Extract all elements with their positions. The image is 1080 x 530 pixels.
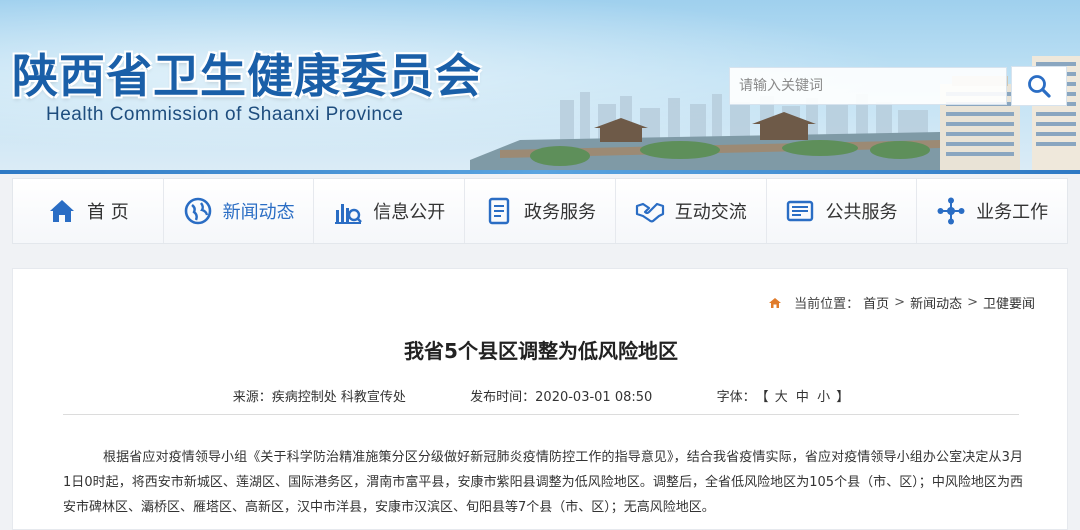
breadcrumb-home-icon — [769, 297, 782, 308]
article-published-time: 发布时间：2020-03-01 08:50 — [470, 390, 653, 405]
breadcrumb-separator: > — [967, 295, 978, 310]
bracket-close: 】 — [836, 390, 850, 405]
font-size-small-button[interactable]: 小 — [817, 390, 830, 405]
chart-search-icon — [333, 196, 363, 226]
breadcrumb-link-news[interactable]: 新闻动态 — [910, 293, 962, 312]
globe-icon — [183, 196, 213, 226]
nav-item-label: 信息公开 — [373, 202, 446, 223]
site-subtitle: Health Commission of Shaanxi Province — [46, 104, 404, 125]
main-nav: 首 页 新闻动态 信息公开 政务服务 互动交流 公共服务 业务工作 — [12, 178, 1068, 244]
breadcrumb-prefix: 当前位置： — [794, 297, 860, 312]
site-title: 陕西省卫生健康委员会 — [12, 49, 482, 103]
article-source: 来源：疾病控制处 科教宣传处 — [232, 390, 406, 405]
card-icon — [785, 196, 815, 226]
nav-item-label: 首 页 — [86, 202, 129, 223]
nav-item-label: 公共服务 — [825, 202, 898, 223]
font-size-label: 字体： — [716, 390, 756, 405]
handshake-icon — [635, 196, 665, 226]
meta-divider — [63, 414, 1019, 415]
font-size-control: 字体：【 大 中 小 】 — [717, 386, 850, 405]
font-size-large-button[interactable]: 大 — [775, 390, 788, 405]
breadcrumb-link-health-news[interactable]: 卫健要闻 — [983, 293, 1035, 312]
document-icon — [484, 196, 514, 226]
nav-item-interaction[interactable]: 互动交流 — [615, 179, 767, 243]
article-title: 我省5个县区调整为低风险地区 — [404, 339, 678, 363]
nav-item-business[interactable]: 业务工作 — [917, 179, 1068, 243]
network-icon — [936, 196, 966, 226]
search-icon — [1028, 75, 1051, 98]
breadcrumb-link-home[interactable]: 首页 — [863, 293, 889, 312]
nav-item-home[interactable]: 首 页 — [13, 179, 164, 243]
search-input[interactable] — [729, 67, 1007, 105]
article-panel: 当前位置： 首页 > 新闻动态 > 卫健要闻 我省5个县区调整为低风险地区 来源… — [12, 268, 1068, 530]
nav-item-label: 政务服务 — [524, 202, 597, 223]
header-banner: 陕西省卫生健康委员会 Health Commission of Shaanxi … — [0, 0, 1080, 174]
nav-item-label: 互动交流 — [674, 202, 747, 223]
font-size-medium-button[interactable]: 中 — [796, 390, 809, 405]
article-meta: 来源：疾病控制处 科教宣传处 发布时间：2020-03-01 08:50 字体：… — [13, 386, 1069, 405]
nav-item-gov-services[interactable]: 政务服务 — [465, 179, 616, 243]
nav-item-label: 业务工作 — [976, 202, 1049, 223]
nav-item-public-services[interactable]: 公共服务 — [766, 179, 918, 243]
breadcrumb-separator: > — [894, 295, 906, 310]
bracket-open: 【 — [755, 390, 769, 405]
banner-accent-bar — [0, 170, 1080, 174]
search-button[interactable] — [1011, 66, 1067, 106]
nav-item-label: 新闻动态 — [222, 202, 295, 223]
breadcrumb: 当前位置： 首页 > 新闻动态 > 卫健要闻 — [768, 293, 1035, 312]
nav-item-news[interactable]: 新闻动态 — [163, 179, 315, 243]
article-body: 根据省应对疫情领导小组《关于科学防治精准施策分区分级做好新冠肺炎疫情防控工作的指… — [63, 450, 1023, 515]
home-icon — [47, 196, 77, 226]
nav-item-info-disclosure[interactable]: 信息公开 — [314, 179, 466, 243]
